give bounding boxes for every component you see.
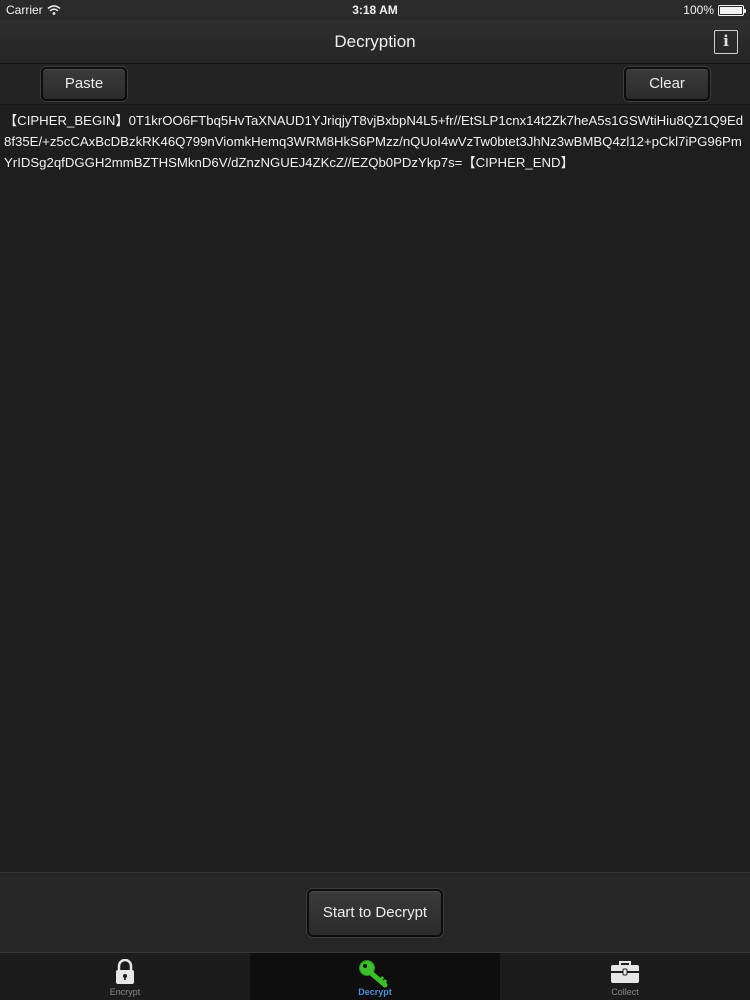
toolbar: Paste Clear <box>0 64 750 104</box>
tab-decrypt[interactable]: Decrypt <box>250 953 500 1000</box>
navigation-bar: Decryption i <box>0 20 750 64</box>
battery-percent: 100% <box>683 3 714 17</box>
paste-button[interactable]: Paste <box>41 67 127 101</box>
action-bar: Start to Decrypt <box>0 872 750 952</box>
tab-bar: Encrypt Decrypt Collect <box>0 952 750 1000</box>
clear-button[interactable]: Clear <box>624 67 710 101</box>
tab-decrypt-label: Decrypt <box>358 987 392 997</box>
status-right: 100% <box>683 3 746 17</box>
lock-icon <box>116 959 134 984</box>
key-icon <box>359 960 388 988</box>
cipher-text-area[interactable]: 【CIPHER_BEGIN】0T1krOO6FTbq5HvTaXNAUD1YJr… <box>0 104 750 872</box>
cipher-text: 【CIPHER_BEGIN】0T1krOO6FTbq5HvTaXNAUD1YJr… <box>4 113 744 170</box>
battery-icon <box>718 4 746 16</box>
tab-collect-label: Collect <box>611 987 639 997</box>
status-time: 3:18 AM <box>352 3 398 17</box>
tab-collect[interactable]: Collect <box>500 953 750 1000</box>
status-bar: Carrier 3:18 AM 100% <box>0 0 750 20</box>
start-decrypt-button[interactable]: Start to Decrypt <box>307 889 443 937</box>
info-button[interactable]: i <box>714 30 738 54</box>
tab-encrypt-label: Encrypt <box>109 987 141 997</box>
page-title: Decryption <box>334 32 416 51</box>
tab-encrypt[interactable]: Encrypt <box>0 953 250 1000</box>
briefcase-icon <box>611 961 639 983</box>
